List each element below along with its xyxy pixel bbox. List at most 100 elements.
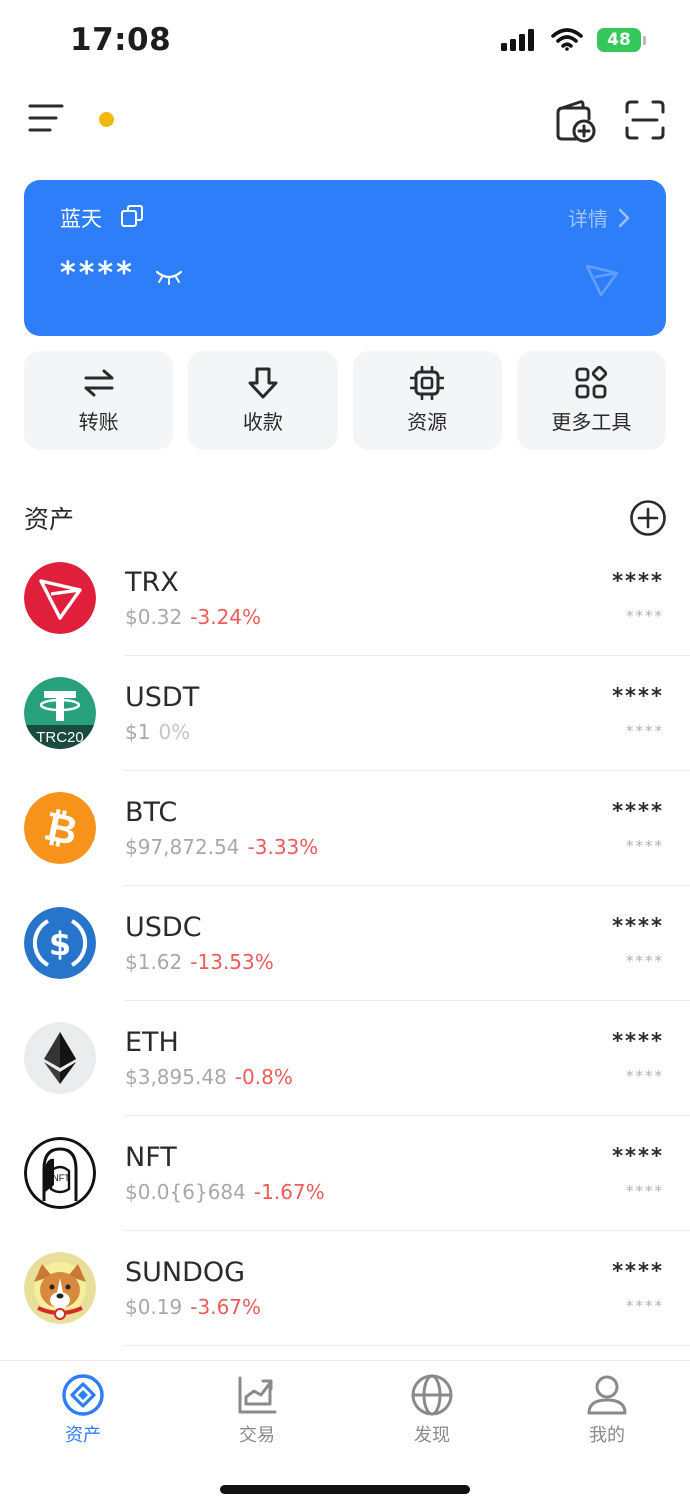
coin-change: 0% <box>158 720 191 744</box>
coin-change: -3.33% <box>247 835 319 859</box>
coin-symbol: TRX <box>125 567 179 598</box>
asset-list: TRX $0.32 -3.24% **** **** TRC20 USDT $1 0… <box>0 541 690 1346</box>
coin-symbol: BTC <box>125 797 178 828</box>
coin-value: **** <box>626 952 664 970</box>
asset-row-nft[interactable]: NFT NFT $0.0{6}684 -1.67% **** **** <box>0 1116 690 1231</box>
receive-button[interactable]: 收款 <box>188 351 338 450</box>
notification-dot <box>99 112 114 127</box>
btc-icon: ₿ <box>24 792 96 864</box>
add-asset-icon[interactable] <box>629 499 667 537</box>
trade-icon <box>238 1376 277 1414</box>
trx-icon <box>24 562 96 634</box>
coin-price-line: $0.0{6}684 -1.67% <box>125 1180 325 1204</box>
profile-icon <box>587 1375 627 1415</box>
more-tools-label: 更多工具 <box>551 410 632 434</box>
chip-icon <box>410 366 445 400</box>
wallet-details-label: 详情 <box>568 207 608 231</box>
globe-icon <box>411 1374 453 1416</box>
battery-level: 48 <box>597 28 641 52</box>
coin-symbol: USDT <box>125 682 200 713</box>
grid-icon <box>575 366 608 399</box>
coin-change: -1.67% <box>253 1180 325 1204</box>
coin-price-line: $1.62 -13.53% <box>125 950 274 974</box>
coin-price-line: $0.32 -3.24% <box>125 605 261 629</box>
coin-change: -3.67% <box>190 1295 262 1319</box>
eth-icon <box>24 1022 96 1094</box>
coin-value: **** <box>626 1067 664 1085</box>
coin-symbol: SUNDOG <box>125 1257 246 1288</box>
coin-value: **** <box>626 1297 664 1315</box>
asset-row-trx[interactable]: TRX $0.32 -3.24% **** **** <box>0 541 690 656</box>
coin-price-line: $97,872.54 -3.33% <box>125 835 318 859</box>
nav-profile[interactable]: 我的 <box>547 1373 667 1447</box>
coin-amount: **** <box>612 684 664 708</box>
asset-row-btc[interactable]: ₿ BTC $97,872.54 -3.33% **** **** <box>0 771 690 886</box>
asset-row-usdc[interactable]: $ USDC $1.62 -13.53% **** **** <box>0 886 690 1001</box>
svg-text:NFT: NFT <box>52 1173 70 1183</box>
asset-row-eth[interactable]: ETH $3,895.48 -0.8% **** **** <box>0 1001 690 1116</box>
coin-price-line: $3,895.48 -0.8% <box>125 1065 293 1089</box>
home-indicator <box>220 1485 470 1494</box>
bottom-nav: 资产 交易 发现 我的 <box>0 1360 690 1510</box>
coin-change: -0.8% <box>234 1065 293 1089</box>
coin-price: $0.32 <box>125 605 183 629</box>
transfer-label: 转账 <box>78 410 119 434</box>
nav-discover[interactable]: 发现 <box>372 1373 492 1447</box>
coin-value: **** <box>626 1182 664 1200</box>
coin-price: $1 <box>125 720 151 744</box>
menu-icon[interactable] <box>28 101 64 135</box>
nav-assets-label: 资产 <box>65 1425 101 1446</box>
status-bar: 17:08 48 <box>0 0 690 80</box>
coin-price-line: $1 0% <box>125 720 190 744</box>
coin-change: -13.53% <box>190 950 274 974</box>
coin-price-line: $0.19 -3.67% <box>125 1295 261 1319</box>
status-icons: 48 <box>501 28 646 52</box>
transfer-button[interactable]: 转账 <box>24 351 174 450</box>
nav-trade-label: 交易 <box>239 1425 275 1446</box>
trc20-badge: TRC20 <box>36 729 84 746</box>
scan-icon[interactable] <box>624 99 666 141</box>
copy-icon[interactable] <box>120 204 144 228</box>
wifi-icon <box>551 28 583 51</box>
coin-amount: **** <box>612 1259 664 1283</box>
coin-price: $97,872.54 <box>125 835 240 859</box>
asset-row-usdt[interactable]: TRC20 USDT $1 0% **** **** <box>0 656 690 771</box>
quick-actions: 转账 收款 资源 更多工具 <box>24 351 666 450</box>
nav-trade[interactable]: 交易 <box>197 1373 317 1447</box>
battery-indicator: 48 <box>597 28 646 52</box>
coin-price: $0.19 <box>125 1295 183 1319</box>
resource-button[interactable]: 资源 <box>352 351 502 450</box>
nav-profile-label: 我的 <box>589 1425 625 1446</box>
add-wallet-icon[interactable] <box>552 99 596 143</box>
eye-closed-icon[interactable] <box>154 268 184 286</box>
usdt-icon: TRC20 <box>24 677 96 749</box>
coin-price: $3,895.48 <box>125 1065 227 1089</box>
wallet-name: 蓝天 <box>60 207 102 231</box>
sundog-icon <box>24 1252 96 1324</box>
coin-amount: **** <box>612 799 664 823</box>
assets-icon <box>62 1374 104 1416</box>
transfer-icon <box>84 369 114 397</box>
coin-value: **** <box>626 607 664 625</box>
usdc-icon: $ <box>24 907 96 979</box>
coin-value: **** <box>626 722 664 740</box>
coin-price: $0.0{6}684 <box>125 1180 246 1204</box>
status-time: 17:08 <box>70 22 172 58</box>
top-toolbar <box>0 95 690 145</box>
svg-text:$: $ <box>49 925 71 963</box>
nft-icon: NFT <box>24 1137 96 1209</box>
coin-amount: **** <box>612 1144 664 1168</box>
chevron-right-icon <box>618 208 630 227</box>
coin-amount: **** <box>612 1029 664 1053</box>
wallet-card[interactable]: 蓝天 详情 **** <box>24 180 666 336</box>
wallet-balance: **** <box>60 256 135 291</box>
coin-change: -3.24% <box>190 605 262 629</box>
coin-amount: **** <box>612 914 664 938</box>
assets-title: 资产 <box>24 505 75 534</box>
wallet-details-link[interactable]: 详情 <box>568 203 630 232</box>
tron-logo-icon <box>585 264 619 297</box>
asset-row-sundog[interactable]: SUNDOG $0.19 -3.67% **** **** <box>0 1231 690 1346</box>
nav-assets[interactable]: 资产 <box>23 1373 143 1447</box>
more-tools-button[interactable]: 更多工具 <box>516 351 666 450</box>
coin-symbol: USDC <box>125 912 202 943</box>
